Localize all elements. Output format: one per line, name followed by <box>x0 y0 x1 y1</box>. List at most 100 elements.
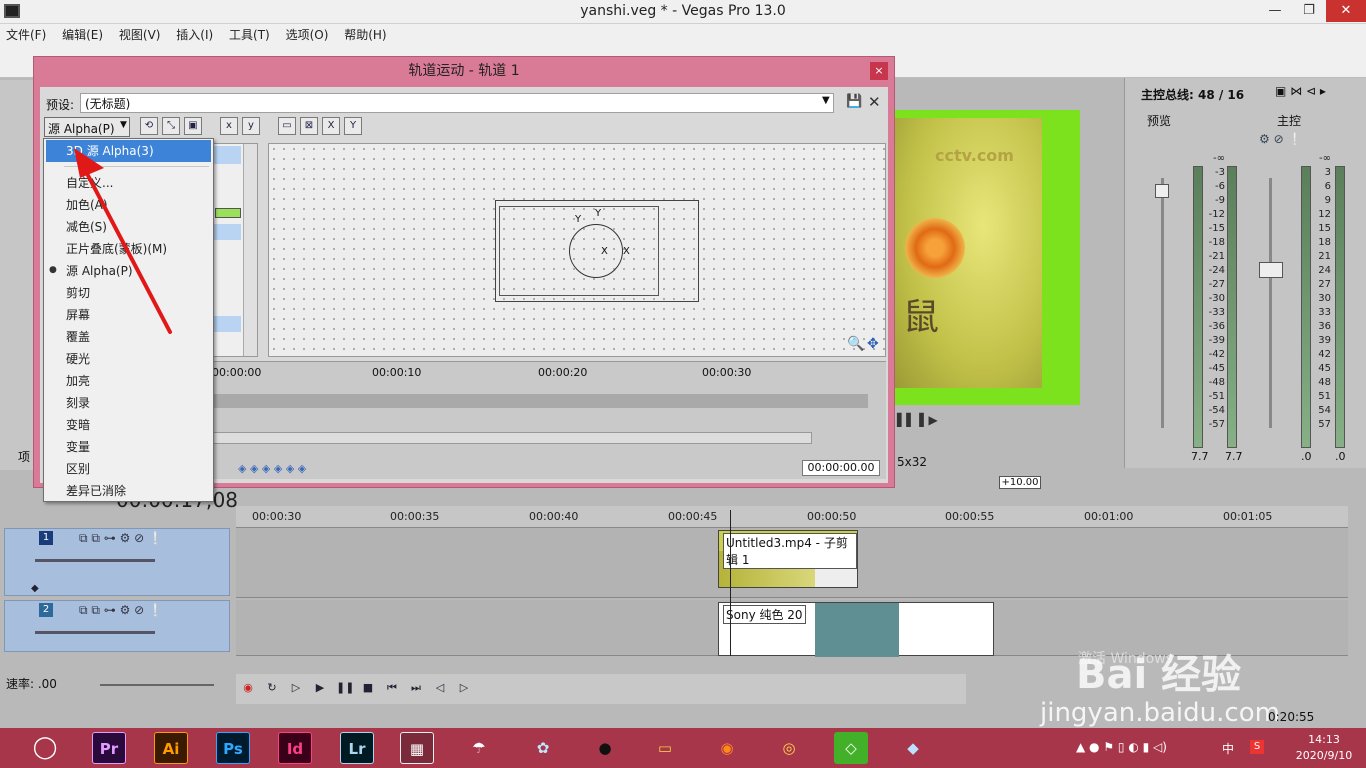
ruler-tick: 00:00:35 <box>390 510 440 523</box>
stop-button[interactable]: ■ <box>360 680 376 696</box>
track-2-level-slider[interactable] <box>35 631 155 634</box>
playhead[interactable] <box>730 510 731 656</box>
menu-item-variable[interactable]: 变量 <box>46 436 211 458</box>
menu-item-darken[interactable]: 变暗 <box>46 414 211 436</box>
menu-item-hard-light[interactable]: 硬光 <box>46 348 211 370</box>
menu-options[interactable]: 选项(O) <box>280 24 335 45</box>
taskbar-clock[interactable]: 14:13 2020/9/10 <box>1294 732 1354 764</box>
video-clip[interactable]: Untitled3.mp4 - 子剪辑 1 <box>718 530 858 588</box>
taskbar-app-blue-icon[interactable]: ◆ <box>896 732 930 764</box>
preset-select[interactable]: (无标题) <box>80 93 834 113</box>
taskbar-app-umbrella-icon[interactable]: ☂ <box>462 732 496 764</box>
preview-caption: 鼠 <box>903 297 940 338</box>
track-1-icons[interactable]: ⧉ ⧉ ⊶ ⚙ ⊘ ❕ <box>79 531 163 546</box>
rotate-tool-icon[interactable]: ⟲ <box>140 117 158 135</box>
taskbar-chrome-icon[interactable]: ◎ <box>772 732 806 764</box>
ime-indicator[interactable]: 中 <box>1222 740 1234 757</box>
preset-label: 预设: <box>46 98 75 112</box>
rotation-circle[interactable] <box>569 224 623 278</box>
pause-button[interactable]: ❚❚ <box>336 680 354 696</box>
main-fader-handle[interactable] <box>1259 262 1283 278</box>
menu-view[interactable]: 视图(V) <box>113 24 167 45</box>
record-button[interactable]: ◉ <box>240 680 256 696</box>
kf-nav-icons[interactable]: ◈ ◈ ◈ ◈ ◈ ◈ <box>238 462 306 475</box>
param-row-highlight <box>213 316 241 332</box>
taskbar-explorer-icon[interactable]: ▭ <box>648 732 682 764</box>
combo-arrow-icon[interactable]: ▼ <box>120 120 127 130</box>
taskbar-lightroom[interactable]: Lr <box>340 732 374 764</box>
transport-bar: ◉ ↻ ▷ ▶ ❚❚ ■ ⏮ ⏭ ◁ ▷ <box>236 674 966 704</box>
track-2-icons[interactable]: ⧉ ⧉ ⊶ ⚙ ⊘ ❕ <box>79 603 163 618</box>
go-to-start-button[interactable]: ⏮ <box>384 680 400 696</box>
solid-color-clip[interactable]: Sony 纯色 20 <box>718 602 994 657</box>
taskbar-photoshop[interactable]: Ps <box>216 732 250 764</box>
taskbar-qq-icon[interactable]: ● <box>588 732 622 764</box>
preview-zoom-value[interactable]: +10.00 <box>999 476 1041 489</box>
start-button[interactable]: ◯ <box>28 732 62 764</box>
preview-transport[interactable]: ▌▌ ▌▶ <box>897 413 938 427</box>
kf-hscrollbar[interactable] <box>208 432 812 444</box>
preset-dropdown-icon[interactable]: ▼ <box>822 95 830 106</box>
edit-x-icon[interactable]: x <box>220 117 238 135</box>
lock-y-icon[interactable]: Y <box>344 117 362 135</box>
taskbar-app-orange-icon[interactable]: ◉ <box>710 732 744 764</box>
track-lane-1[interactable]: Untitled3.mp4 - 子剪辑 1 <box>236 528 1348 598</box>
maximize-button[interactable]: ❐ <box>1292 0 1326 22</box>
preview-meter-scale: -∞ -3 -6 -9 -12 -15 -18 -21 -24 -27 -30 -33 -36 -39 -4… <box>1201 152 1225 432</box>
select-tool-icon[interactable]: ⤡ <box>162 117 180 135</box>
taskbar-premiere[interactable]: Pr <box>92 732 126 764</box>
taskbar-vegas[interactable]: ▦ <box>400 732 434 764</box>
lock-x-icon[interactable]: X <box>322 117 340 135</box>
prev-frame-button[interactable]: ◁ <box>432 680 448 696</box>
preview-fader-handle[interactable] <box>1155 184 1169 198</box>
compositing-mode-select[interactable]: 源 Alpha(P) <box>44 117 130 137</box>
main-bus-controls[interactable]: ⚙ ⊘ ❕ <box>1259 132 1302 146</box>
menu-item-dodge[interactable]: 加亮 <box>46 370 211 392</box>
track-header-1[interactable]: 1 ⧉ ⧉ ⊶ ⚙ ⊘ ❕ ◆ <box>4 528 230 596</box>
menu-file[interactable]: 文件(F) <box>0 24 52 45</box>
explorer-tab-label[interactable]: 项 <box>18 448 30 465</box>
delete-preset-icon[interactable]: ✕ <box>868 93 881 111</box>
menu-item-difference[interactable]: 区别 <box>46 458 211 480</box>
taskbar-app-bird-icon[interactable]: ✿ <box>526 732 560 764</box>
track-header-2[interactable]: 2 ⧉ ⧉ ⊶ ⚙ ⊘ ❕ <box>4 600 230 652</box>
rate-slider[interactable] <box>100 684 214 686</box>
taskbar-illustrator[interactable]: Ai <box>154 732 188 764</box>
keyframe-timeline[interactable]: 00:00:00 00:00:10 00:00:20 00:00:30 ◈ ◈ … <box>208 361 886 479</box>
track-1-expand-icon[interactable]: ◆ <box>31 583 39 594</box>
save-preset-icon[interactable]: 💾 <box>846 94 862 109</box>
sogou-icon[interactable]: S <box>1250 740 1264 754</box>
menu-tools[interactable]: 工具(T) <box>223 24 276 45</box>
system-tray-icons[interactable]: ▲ ● ⚑ ▯ ◐ ▮ ◁) <box>1076 740 1167 754</box>
windows-taskbar: ◯ Pr Ai Ps Id Lr ▦ ☂ ✿ ● ▭ ◉ ◎ ◇ ◆ ▲ ● ⚑… <box>0 728 1366 768</box>
meter-scale-tick: 15 <box>1318 223 1331 234</box>
taskbar-indesign[interactable]: Id <box>278 732 312 764</box>
menu-help[interactable]: 帮助(H) <box>338 24 392 45</box>
view-normal-icon[interactable]: ▭ <box>278 117 296 135</box>
dialog-close-button[interactable]: × <box>870 62 888 80</box>
menu-item-difference-squared[interactable]: 差异已消除 <box>46 480 211 502</box>
zoom-icon[interactable]: 🔍 <box>847 336 864 352</box>
axis-x-label: X <box>601 246 608 257</box>
param-scrollbar[interactable] <box>243 144 257 356</box>
menu-edit[interactable]: 编辑(E) <box>56 24 109 45</box>
motion-canvas[interactable]: Y Y X X 🔍 ✥ <box>268 143 886 357</box>
view-fit-icon[interactable]: ⊠ <box>300 117 318 135</box>
meter-scale-tick: -51 <box>1208 391 1225 402</box>
next-frame-button[interactable]: ▷ <box>456 680 472 696</box>
edit-y-icon[interactable]: y <box>242 117 260 135</box>
move-icon[interactable]: ✥ <box>867 336 879 352</box>
track-1-level-slider[interactable] <box>35 559 155 562</box>
menu-insert[interactable]: 插入(I) <box>170 24 219 45</box>
close-window-button[interactable]: ✕ <box>1326 0 1366 22</box>
timeline-ruler[interactable]: 00:00:30 00:00:35 00:00:40 00:00:45 00:0… <box>236 506 1348 528</box>
play-button[interactable]: ▶ <box>312 680 328 696</box>
3d-tool-icon[interactable]: ▣ <box>184 117 202 135</box>
play-from-start-button[interactable]: ▷ <box>288 680 304 696</box>
master-bus-tools[interactable]: ▣ ⋈ ⊲ ▸ <box>1275 84 1326 98</box>
loop-button[interactable]: ↻ <box>264 680 280 696</box>
go-to-end-button[interactable]: ⏭ <box>408 680 424 696</box>
minimize-button[interactable]: — <box>1258 0 1292 22</box>
menu-item-burn[interactable]: 刻录 <box>46 392 211 414</box>
taskbar-app-green-icon[interactable]: ◇ <box>834 732 868 764</box>
